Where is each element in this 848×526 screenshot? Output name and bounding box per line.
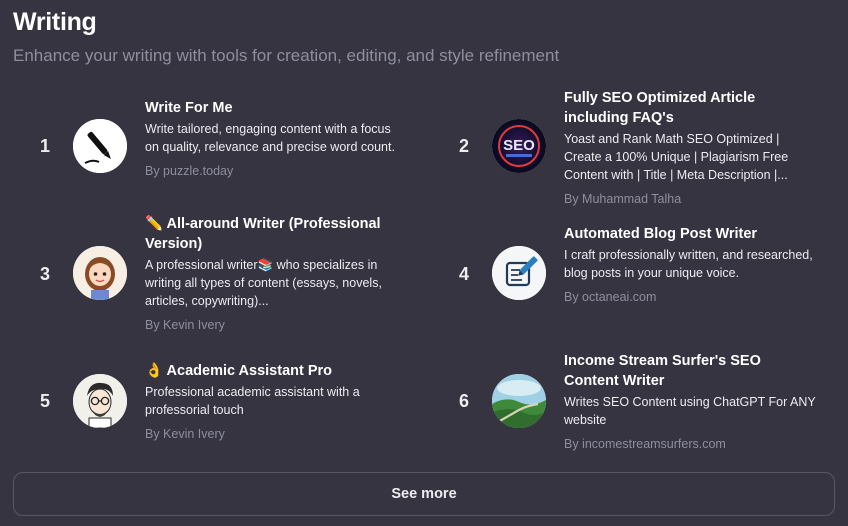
list-item-seo-article[interactable]: 2 SEO Fully SEO Optimized Article includ…: [451, 88, 788, 206]
blog-edit-icon: [492, 246, 546, 300]
item-description: Writes SEO Content using ChatGPT For ANY…: [564, 395, 816, 427]
landscape-icon: [492, 374, 546, 428]
item-author: By puzzle.today: [145, 164, 234, 178]
section-title: Writing: [13, 8, 97, 36]
item-description: I craft professionally written, and rese…: [564, 248, 813, 280]
item-author: By Kevin Ivery: [145, 318, 225, 332]
section-subtitle: Enhance your writing with tools for crea…: [13, 46, 560, 65]
item-author: By Muhammad Talha: [564, 192, 682, 206]
svg-text:SEO: SEO: [503, 137, 535, 154]
item-name: Income Stream Surfer's SEO Content Write…: [564, 353, 761, 389]
item-name: ✏️ All-around Writer (Professional Versi…: [145, 216, 381, 252]
rank-number: 3: [39, 264, 50, 284]
rank-number: 5: [39, 391, 50, 411]
rank-number: 6: [458, 391, 469, 411]
writer-girl-avatar-icon: [73, 246, 127, 300]
item-description: Yoast and Rank Math SEO Optimized | Crea…: [564, 132, 789, 182]
item-description: Professional academic assistant with a p…: [145, 385, 360, 417]
item-description: A professional writer📚 who specializes i…: [145, 258, 382, 308]
item-author: By Kevin Ivery: [145, 427, 225, 441]
professor-avatar-icon: [73, 374, 127, 428]
pen-icon: [73, 119, 127, 173]
rank-number: 4: [458, 264, 469, 284]
rank-number: 2: [458, 136, 469, 156]
list-item-income-stream-seo-writer[interactable]: 6 Income Stream Surfer's SEO Content Wri…: [451, 351, 816, 461]
item-name: Automated Blog Post Writer: [564, 226, 758, 242]
list-item-academic-assistant-pro[interactable]: 5 👌 Academic Assistant Pro Professional …: [32, 361, 360, 471]
seo-logo-icon: SEO: [492, 119, 546, 173]
item-description: Write tailored, engaging content with a …: [145, 122, 395, 154]
list-item-automated-blog-post-writer[interactable]: 4 Automated Blog Post Writer I craft pro…: [451, 224, 813, 334]
item-author: By octaneai.com: [564, 290, 657, 304]
rank-number: 1: [39, 136, 50, 156]
item-name: 👌 Academic Assistant Pro: [145, 363, 333, 379]
list-item-write-for-me[interactable]: 1 Write For Me Write tailored, engaging …: [32, 96, 395, 206]
item-author: By incomestreamsurfers.com: [564, 437, 726, 451]
see-more-button[interactable]: See more: [13, 472, 835, 516]
item-name: Fully SEO Optimized Article including FA…: [564, 90, 756, 126]
list-item-all-around-writer[interactable]: 3 ✏️ All-around Writer (Professional Ver…: [32, 214, 382, 332]
item-name: Write For Me: [145, 100, 233, 116]
